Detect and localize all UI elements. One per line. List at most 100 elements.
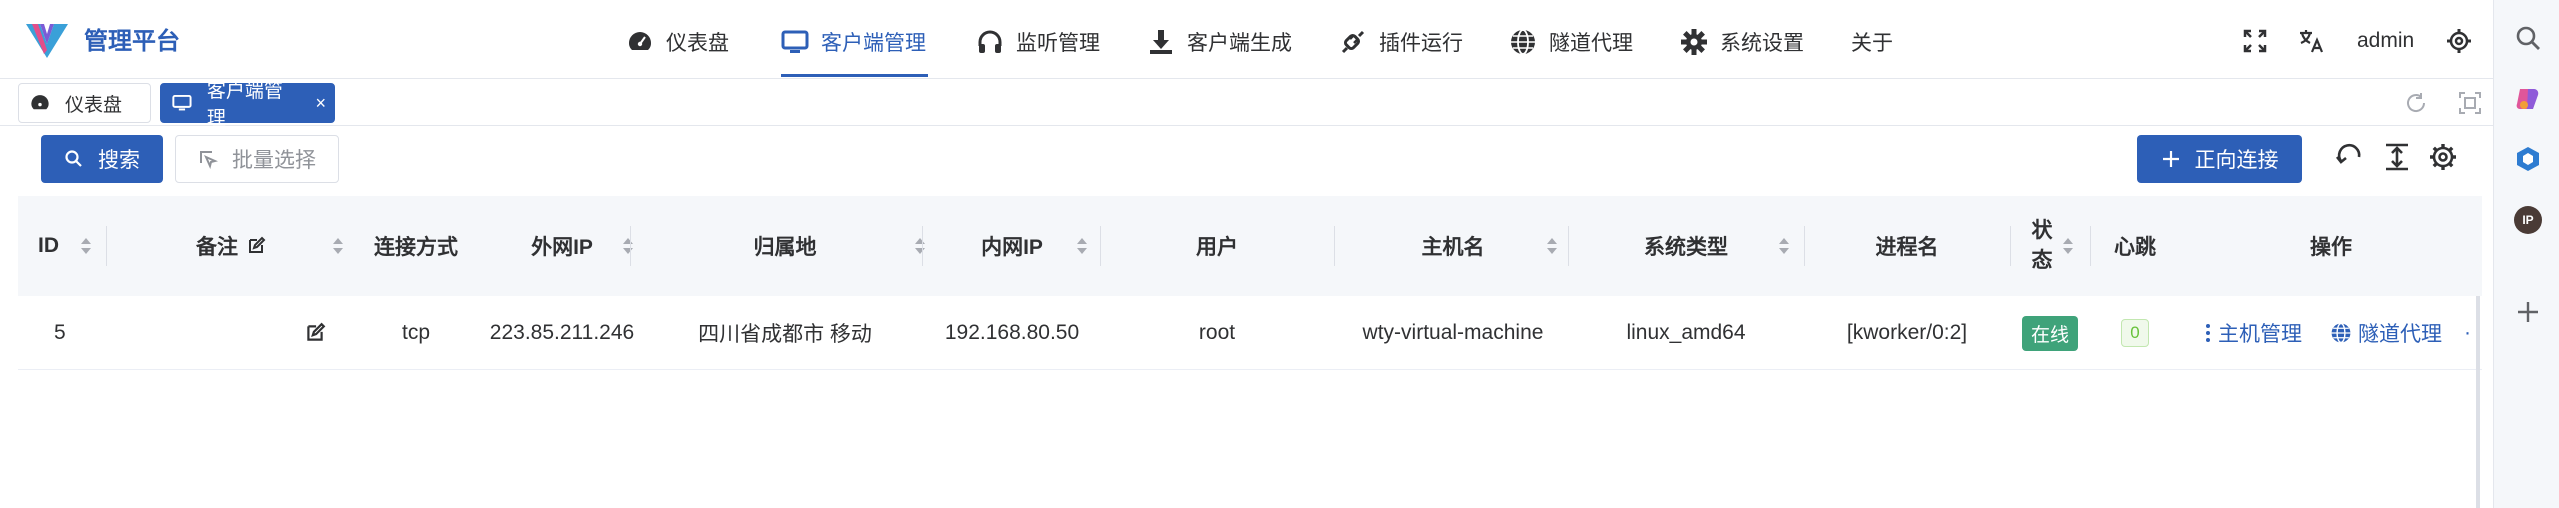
sort-icon[interactable] xyxy=(332,236,344,256)
cell-user: root xyxy=(1198,321,1236,344)
plus-icon xyxy=(2162,151,2179,167)
table-header: ID 备注 连接方式 外网IP 归属地 内网IP 用户 主机名 系统类型 进程名… xyxy=(18,196,2482,296)
host-management-link[interactable]: 主机管理 xyxy=(2204,318,2302,348)
host-management-label: 主机管理 xyxy=(2218,323,2302,346)
col-connection[interactable]: 连接方式 xyxy=(356,196,476,296)
column-settings-icon[interactable] xyxy=(2428,142,2458,172)
nav-client-generate-label: 客户端生成 xyxy=(1187,32,1292,55)
sort-icon[interactable] xyxy=(2062,236,2074,256)
tab-close-icon[interactable]: × xyxy=(315,93,326,114)
column-height-icon[interactable] xyxy=(2382,142,2412,172)
col-status-label: 状态 xyxy=(2031,219,2053,272)
sort-icon[interactable] xyxy=(1778,236,1790,256)
extension-hex-icon[interactable] xyxy=(2514,145,2542,173)
col-user[interactable]: 用户 xyxy=(1100,196,1334,296)
nav-about[interactable]: 关于 xyxy=(1851,22,1893,62)
col-heartbeat-label: 心跳 xyxy=(2114,236,2156,259)
edit-icon xyxy=(249,236,266,253)
batch-select-button[interactable]: 批量选择 xyxy=(175,135,339,183)
nav-about-label: 关于 xyxy=(1851,32,1893,55)
col-user-label: 用户 xyxy=(1196,236,1238,259)
col-remark-label: 备注 xyxy=(196,236,238,259)
search-icon xyxy=(65,150,82,167)
col-location[interactable]: 归属地 xyxy=(630,196,940,296)
headphones-icon xyxy=(978,30,1002,53)
nav-tunnel-proxy-label: 隧道代理 xyxy=(1549,32,1633,55)
sort-icon[interactable] xyxy=(1076,236,1088,256)
col-id-label: ID xyxy=(38,234,59,257)
copilot-icon[interactable] xyxy=(2514,85,2542,113)
download-icon xyxy=(1150,30,1172,54)
col-wan-ip[interactable]: 外网IP xyxy=(476,196,648,296)
nav-client-management-label: 客户端管理 xyxy=(821,32,926,55)
dashboard-icon xyxy=(31,95,49,110)
col-process[interactable]: 进程名 xyxy=(1804,196,2010,296)
globe-icon xyxy=(2331,322,2351,344)
globe-icon xyxy=(1511,29,1535,55)
sort-icon[interactable] xyxy=(80,236,92,256)
app-window: 管理平台 仪表盘 客户端管理 监听管理 客户端生成 插件运行 隧道代理 系统设置 xyxy=(0,0,2493,508)
col-hostname-label: 主机名 xyxy=(1421,236,1485,259)
cell-hostname: wty-virtual-machine xyxy=(1362,321,1544,344)
select-icon xyxy=(200,151,218,169)
nav-dashboard[interactable]: 仪表盘 xyxy=(626,22,729,62)
col-hostname[interactable]: 主机名 xyxy=(1334,196,1572,296)
cell-remark[interactable] xyxy=(106,296,356,370)
col-id[interactable]: ID xyxy=(18,196,106,296)
nav-tunnel-proxy[interactable]: 隧道代理 xyxy=(1509,22,1633,62)
refresh-icon[interactable] xyxy=(2404,91,2428,115)
monitor-icon xyxy=(172,94,192,111)
tunnel-proxy-label: 隧道代理 xyxy=(2358,323,2442,346)
search-icon[interactable] xyxy=(2514,24,2542,52)
col-location-label: 归属地 xyxy=(753,236,817,259)
more-dot-icon[interactable]: · xyxy=(2464,321,2471,345)
heartbeat-badge: 0 xyxy=(2121,319,2149,347)
edit-icon[interactable] xyxy=(304,322,326,344)
cell-os-type: linux_amd64 xyxy=(1626,321,1746,344)
cell-lan-ip: 192.168.80.50 xyxy=(944,321,1080,344)
col-status[interactable]: 状态 xyxy=(2010,196,2090,296)
cell-location: 四川省成都市 移动 xyxy=(698,323,872,346)
translate-icon[interactable] xyxy=(2298,28,2324,54)
settings-icon[interactable] xyxy=(2446,28,2472,54)
tabs-bar: 仪表盘 客户端管理 × xyxy=(0,78,2493,129)
cell-id: 5 xyxy=(54,321,66,344)
search-button[interactable]: 搜索 xyxy=(41,135,163,183)
batch-select-label: 批量选择 xyxy=(232,149,316,172)
col-remark[interactable]: 备注 xyxy=(106,196,356,296)
col-os-type[interactable]: 系统类型 xyxy=(1568,196,1804,296)
cell-status: 在线 xyxy=(2010,296,2090,370)
forward-connect-button[interactable]: 正向连接 xyxy=(2137,135,2302,183)
logo-icon xyxy=(24,20,70,60)
top-header: 管理平台 仪表盘 客户端管理 监听管理 客户端生成 插件运行 隧道代理 系统设置 xyxy=(0,0,2493,78)
maximize-icon[interactable] xyxy=(2458,91,2482,115)
nav-listener-management[interactable]: 监听管理 xyxy=(976,22,1100,62)
cell-process: [kworker/0:2] xyxy=(1846,321,1968,344)
sort-icon[interactable] xyxy=(1546,236,1558,256)
col-lan-ip[interactable]: 内网IP xyxy=(922,196,1102,296)
fullscreen-icon[interactable] xyxy=(2242,28,2268,54)
cell-wan-ip: 223.85.211.246 xyxy=(489,321,635,344)
nav-plugin-run[interactable]: 插件运行 xyxy=(1339,22,1463,62)
nav-system-settings-label: 系统设置 xyxy=(1720,32,1804,55)
forward-connect-label: 正向连接 xyxy=(2194,149,2279,172)
col-process-label: 进程名 xyxy=(1875,236,1939,259)
cell-heartbeat: 0 xyxy=(2090,296,2180,370)
refresh-icon[interactable] xyxy=(2335,142,2365,172)
tab-dashboard-label: 仪表盘 xyxy=(65,94,123,116)
col-connection-label: 连接方式 xyxy=(374,236,458,259)
tab-client-management[interactable]: 客户端管理 × xyxy=(160,81,335,129)
monitor-icon xyxy=(781,30,809,53)
nav-client-management[interactable]: 客户端管理 xyxy=(781,22,926,62)
nav-client-generate[interactable]: 客户端生成 xyxy=(1147,22,1292,62)
col-heartbeat[interactable]: 心跳 xyxy=(2090,196,2180,296)
table-row[interactable]: 5 tcp 223.85.211.246 四川省成都市 移动 192.168.8… xyxy=(18,296,2482,370)
tab-dashboard[interactable]: 仪表盘 xyxy=(18,83,151,123)
scrollbar[interactable] xyxy=(2476,296,2480,508)
tab-client-management-label: 客户端管理 xyxy=(206,81,283,129)
nav-system-settings[interactable]: 系统设置 xyxy=(1680,22,1804,62)
tunnel-proxy-link[interactable]: 隧道代理 xyxy=(2330,318,2442,348)
user-name[interactable]: admin xyxy=(2357,26,2414,56)
ip-badge-icon[interactable]: IP xyxy=(2514,206,2542,234)
add-icon[interactable] xyxy=(2514,298,2542,326)
